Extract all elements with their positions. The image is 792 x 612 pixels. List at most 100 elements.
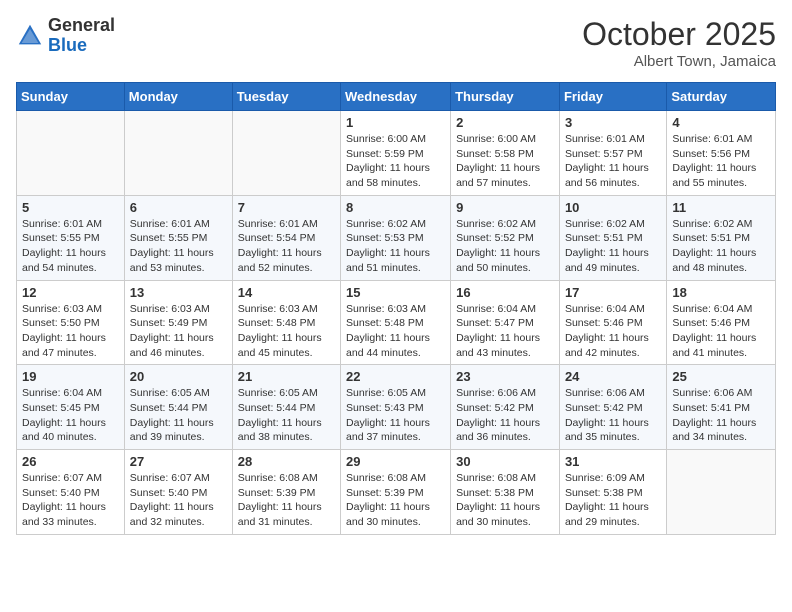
weekday-header-row: SundayMondayTuesdayWednesdayThursdayFrid…	[17, 83, 776, 111]
calendar-cell: 12Sunrise: 6:03 AM Sunset: 5:50 PM Dayli…	[17, 280, 125, 365]
day-content: Sunrise: 6:04 AM Sunset: 5:46 PM Dayligh…	[565, 302, 661, 361]
day-content: Sunrise: 6:03 AM Sunset: 5:48 PM Dayligh…	[346, 302, 445, 361]
weekday-header: Tuesday	[232, 83, 340, 111]
calendar-table: SundayMondayTuesdayWednesdayThursdayFrid…	[16, 82, 776, 535]
day-number: 18	[672, 285, 770, 300]
day-number: 3	[565, 115, 661, 130]
calendar-cell	[232, 111, 340, 196]
day-number: 2	[456, 115, 554, 130]
weekday-header: Saturday	[667, 83, 776, 111]
day-number: 14	[238, 285, 335, 300]
day-number: 17	[565, 285, 661, 300]
day-content: Sunrise: 6:00 AM Sunset: 5:59 PM Dayligh…	[346, 132, 445, 191]
calendar-cell: 8 Sunrise: 6:02 AM Sunset: 5:53 PM Daylig…	[341, 195, 451, 280]
calendar-cell: 2Sunrise: 6:00 AM Sunset: 5:58 PM Daylig…	[451, 111, 560, 196]
day-content: Sunrise: 6:04 AM Sunset: 5:45 PM Dayligh…	[22, 386, 119, 445]
day-content: Sunrise: 6:01 AM Sunset: 5:56 PM Dayligh…	[672, 132, 770, 191]
weekday-header: Sunday	[17, 83, 125, 111]
day-number: 1	[346, 115, 445, 130]
day-content: Sunrise: 6:06 AM Sunset: 5:41 PM Dayligh…	[672, 386, 770, 445]
calendar-cell: 16 Sunrise: 6:04 AM Sunset: 5:47 PM Dayli…	[451, 280, 560, 365]
calendar-cell: 31 Sunrise: 6:09 AM Sunset: 5:38 PM Dayli…	[559, 450, 666, 535]
day-content: Sunrise: 6:09 AM Sunset: 5:38 PM Dayligh…	[565, 471, 661, 530]
day-number: 4	[672, 115, 770, 130]
day-content: Sunrise: 6:03 AM Sunset: 5:49 PM Dayligh…	[130, 302, 227, 361]
weekday-header: Thursday	[451, 83, 560, 111]
day-content: Sunrise: 6:03 AM Sunset: 5:48 PM Dayligh…	[238, 302, 335, 361]
weekday-header: Monday	[124, 83, 232, 111]
day-content: Sunrise: 6:08 AM Sunset: 5:39 PM Dayligh…	[238, 471, 335, 530]
calendar-cell	[667, 450, 776, 535]
day-number: 21	[238, 369, 335, 384]
calendar-cell: 10Sunrise: 6:02 AM Sunset: 5:51 PM Dayli…	[559, 195, 666, 280]
day-number: 6	[130, 200, 227, 215]
day-content: Sunrise: 6:02 AM Sunset: 5:53 PM Dayligh…	[346, 217, 445, 276]
page-header: General Blue October 2025 Albert Town, J…	[16, 16, 776, 70]
day-content: Sunrise: 6:01 AM Sunset: 5:54 PM Dayligh…	[238, 217, 335, 276]
day-content: Sunrise: 6:04 AM Sunset: 5:46 PM Dayligh…	[672, 302, 770, 361]
weekday-header: Friday	[559, 83, 666, 111]
day-number: 31	[565, 454, 661, 469]
calendar-cell: 29Sunrise: 6:08 AM Sunset: 5:39 PM Dayli…	[341, 450, 451, 535]
month-title: October 2025	[582, 16, 776, 53]
day-content: Sunrise: 6:01 AM Sunset: 5:57 PM Dayligh…	[565, 132, 661, 191]
calendar-week-row: 26 Sunrise: 6:07 AM Sunset: 5:40 PM Dayli…	[17, 450, 776, 535]
day-content: Sunrise: 6:07 AM Sunset: 5:40 PM Dayligh…	[22, 471, 119, 530]
day-number: 25	[672, 369, 770, 384]
day-number: 15	[346, 285, 445, 300]
calendar-cell: 3 Sunrise: 6:01 AM Sunset: 5:57 PM Daylig…	[559, 111, 666, 196]
day-number: 7	[238, 200, 335, 215]
calendar-week-row: 12Sunrise: 6:03 AM Sunset: 5:50 PM Dayli…	[17, 280, 776, 365]
calendar-cell: 6Sunrise: 6:01 AM Sunset: 5:55 PM Daylig…	[124, 195, 232, 280]
calendar-cell: 4 Sunrise: 6:01 AM Sunset: 5:56 PM Daylig…	[667, 111, 776, 196]
calendar-cell: 26 Sunrise: 6:07 AM Sunset: 5:40 PM Dayli…	[17, 450, 125, 535]
day-number: 9	[456, 200, 554, 215]
day-number: 30	[456, 454, 554, 469]
day-number: 8	[346, 200, 445, 215]
calendar-cell: 21Sunrise: 6:05 AM Sunset: 5:44 PM Dayli…	[232, 365, 340, 450]
logo-blue: Blue	[48, 35, 87, 55]
calendar-week-row: 1 Sunrise: 6:00 AM Sunset: 5:59 PM Daylig…	[17, 111, 776, 196]
calendar-cell: 5Sunrise: 6:01 AM Sunset: 5:55 PM Daylig…	[17, 195, 125, 280]
calendar-cell: 28 Sunrise: 6:08 AM Sunset: 5:39 PM Dayli…	[232, 450, 340, 535]
calendar-week-row: 5Sunrise: 6:01 AM Sunset: 5:55 PM Daylig…	[17, 195, 776, 280]
day-number: 29	[346, 454, 445, 469]
day-content: Sunrise: 6:02 AM Sunset: 5:51 PM Dayligh…	[672, 217, 770, 276]
day-content: Sunrise: 6:06 AM Sunset: 5:42 PM Dayligh…	[456, 386, 554, 445]
day-number: 23	[456, 369, 554, 384]
calendar-cell: 18 Sunrise: 6:04 AM Sunset: 5:46 PM Dayli…	[667, 280, 776, 365]
calendar-cell: 25 Sunrise: 6:06 AM Sunset: 5:41 PM Dayli…	[667, 365, 776, 450]
logo: General Blue	[16, 16, 115, 56]
calendar-week-row: 19 Sunrise: 6:04 AM Sunset: 5:45 PM Dayli…	[17, 365, 776, 450]
calendar-cell	[124, 111, 232, 196]
title-block: October 2025 Albert Town, Jamaica	[582, 16, 776, 70]
day-number: 10	[565, 200, 661, 215]
calendar-cell: 22Sunrise: 6:05 AM Sunset: 5:43 PM Dayli…	[341, 365, 451, 450]
calendar-cell: 20Sunrise: 6:05 AM Sunset: 5:44 PM Dayli…	[124, 365, 232, 450]
calendar-cell: 13 Sunrise: 6:03 AM Sunset: 5:49 PM Dayli…	[124, 280, 232, 365]
logo-general: General	[48, 15, 115, 35]
day-content: Sunrise: 6:01 AM Sunset: 5:55 PM Dayligh…	[22, 217, 119, 276]
day-content: Sunrise: 6:02 AM Sunset: 5:52 PM Dayligh…	[456, 217, 554, 276]
calendar-cell: 7 Sunrise: 6:01 AM Sunset: 5:54 PM Daylig…	[232, 195, 340, 280]
calendar-cell: 1 Sunrise: 6:00 AM Sunset: 5:59 PM Daylig…	[341, 111, 451, 196]
day-content: Sunrise: 6:07 AM Sunset: 5:40 PM Dayligh…	[130, 471, 227, 530]
day-number: 16	[456, 285, 554, 300]
calendar-cell	[17, 111, 125, 196]
day-number: 19	[22, 369, 119, 384]
calendar-cell: 23 Sunrise: 6:06 AM Sunset: 5:42 PM Dayli…	[451, 365, 560, 450]
day-number: 28	[238, 454, 335, 469]
calendar-cell: 19 Sunrise: 6:04 AM Sunset: 5:45 PM Dayli…	[17, 365, 125, 450]
day-content: Sunrise: 6:04 AM Sunset: 5:47 PM Dayligh…	[456, 302, 554, 361]
day-number: 13	[130, 285, 227, 300]
logo-icon	[16, 22, 44, 50]
calendar-cell: 17 Sunrise: 6:04 AM Sunset: 5:46 PM Dayli…	[559, 280, 666, 365]
calendar-cell: 11Sunrise: 6:02 AM Sunset: 5:51 PM Dayli…	[667, 195, 776, 280]
calendar-cell: 30Sunrise: 6:08 AM Sunset: 5:38 PM Dayli…	[451, 450, 560, 535]
day-number: 24	[565, 369, 661, 384]
day-number: 22	[346, 369, 445, 384]
day-number: 26	[22, 454, 119, 469]
calendar-cell: 24Sunrise: 6:06 AM Sunset: 5:42 PM Dayli…	[559, 365, 666, 450]
location: Albert Town, Jamaica	[582, 53, 776, 70]
calendar-cell: 27Sunrise: 6:07 AM Sunset: 5:40 PM Dayli…	[124, 450, 232, 535]
